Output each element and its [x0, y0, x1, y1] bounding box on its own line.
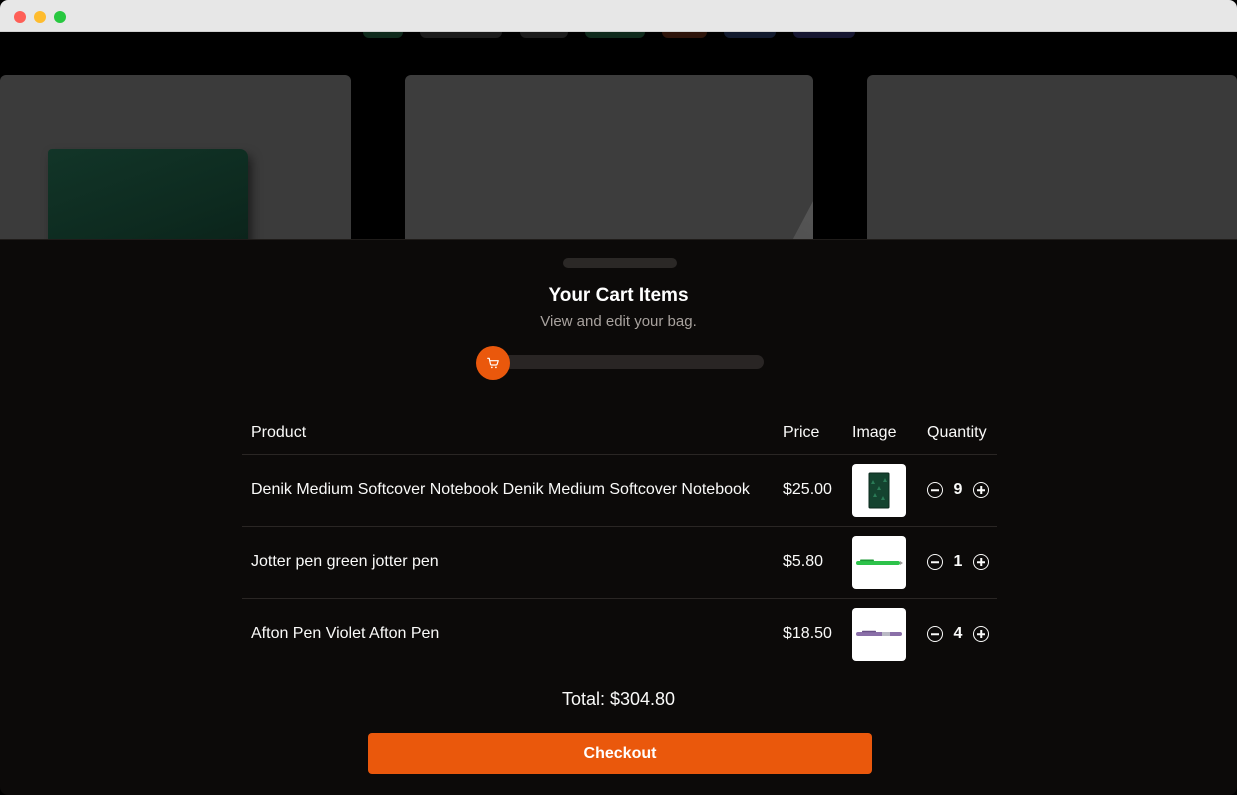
- table-row: Denik Medium Softcover Notebook Denik Me…: [242, 455, 997, 527]
- browser-window: Your Cart Items View and edit your bag. …: [0, 0, 1237, 795]
- cart-subtitle: View and edit your bag.: [540, 313, 697, 330]
- product-name: Jotter pen green jotter pen: [251, 553, 439, 570]
- table-row: Afton Pen Violet Afton Pen $18.50 4: [242, 599, 997, 671]
- violet-pen-thumbnail: [856, 630, 902, 636]
- cart-table: Product Price Image Quantity Denik Mediu…: [242, 415, 997, 671]
- cart-title: Your Cart Items: [548, 285, 689, 306]
- product-thumbnail: [852, 608, 906, 661]
- header-quantity: Quantity: [927, 424, 987, 441]
- product-name: Denik Medium Softcover Notebook Denik Me…: [251, 481, 750, 498]
- maximize-window-button[interactable]: [54, 11, 66, 23]
- category-chip: [585, 32, 645, 38]
- increase-quantity-button[interactable]: [973, 554, 989, 570]
- header-image: Image: [852, 424, 897, 441]
- product-price: $5.80: [783, 553, 824, 570]
- product-name: Afton Pen Violet Afton Pen: [251, 625, 440, 642]
- increase-quantity-button[interactable]: [973, 626, 989, 642]
- decrease-quantity-button[interactable]: [927, 554, 943, 570]
- product-card[interactable]: [405, 75, 813, 245]
- quantity-stepper: 9: [927, 481, 989, 501]
- category-chip: [793, 32, 855, 38]
- product-thumbnail: [852, 464, 906, 517]
- header-product: Product: [251, 424, 307, 441]
- header-price: Price: [783, 424, 820, 441]
- minimize-window-button[interactable]: [34, 11, 46, 23]
- cart-drawer: Your Cart Items View and edit your bag. …: [0, 239, 1237, 795]
- quantity-value: 4: [953, 625, 963, 642]
- category-chip: [520, 32, 568, 38]
- quantity-value: 9: [953, 481, 963, 498]
- product-card[interactable]: [867, 75, 1237, 245]
- product-price: $18.50: [783, 625, 832, 642]
- quantity-value: 1: [953, 553, 963, 570]
- category-chip: [420, 32, 502, 38]
- green-notebook-thumbnail: [868, 472, 890, 509]
- drawer-handle[interactable]: [563, 258, 677, 268]
- table-row: Jotter pen green jotter pen $5.80 1: [242, 527, 997, 599]
- category-chip: [724, 32, 776, 38]
- spiral-notebook-image: [751, 141, 813, 245]
- decrease-quantity-button[interactable]: [927, 482, 943, 498]
- table-header: Product Price Image Quantity: [242, 415, 997, 455]
- quantity-stepper: 4: [927, 625, 989, 645]
- notebook-image: [48, 149, 248, 245]
- quantity-stepper: 1: [927, 553, 989, 573]
- checkout-progress-step: [476, 346, 510, 380]
- cart-total: Total: $304.80: [561, 689, 676, 709]
- product-thumbnail: [852, 536, 906, 589]
- decrease-quantity-button[interactable]: [927, 626, 943, 642]
- checkout-progress-track: [492, 355, 764, 369]
- product-price: $25.00: [783, 481, 832, 498]
- window-titlebar: [0, 0, 1237, 32]
- shopping-cart-icon: [487, 357, 499, 369]
- close-window-button[interactable]: [14, 11, 26, 23]
- checkout-button[interactable]: Checkout: [368, 733, 872, 774]
- green-pen-thumbnail: [856, 559, 903, 565]
- category-chip: [662, 32, 707, 38]
- category-chip: [363, 32, 403, 38]
- increase-quantity-button[interactable]: [973, 482, 989, 498]
- product-card[interactable]: [0, 75, 351, 245]
